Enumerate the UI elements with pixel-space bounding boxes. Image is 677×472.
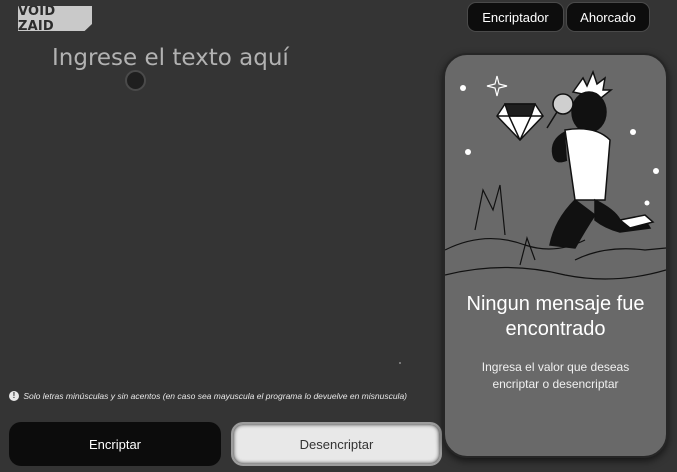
nav-encriptador-button[interactable]: Encriptador: [467, 2, 564, 32]
encrypt-button[interactable]: Encriptar: [9, 422, 221, 466]
empty-state-subtitle: Ingresa el valor que deseas encriptar o …: [481, 360, 630, 391]
info-icon: !: [9, 391, 19, 401]
logo: VOID ZAID: [18, 6, 92, 31]
resize-handle: [399, 362, 401, 364]
result-panel: Ningun mensaje fue encontrado Ingresa el…: [443, 53, 668, 458]
empty-state-title: Ningun mensaje fue encontrado: [466, 293, 645, 340]
hint-text: ! Solo letras minúsculas y sin acentos (…: [9, 389, 409, 403]
decrypt-button[interactable]: Desencriptar: [231, 422, 442, 466]
nav-ahorcado-button[interactable]: Ahorcado: [566, 2, 650, 32]
person-with-magnifier-and-diamond-illustration: [445, 69, 666, 280]
cursor-indicator: [125, 70, 146, 91]
hint-label: Solo letras minúsculas y sin acentos (en…: [23, 391, 408, 401]
text-input[interactable]: [52, 42, 412, 342]
